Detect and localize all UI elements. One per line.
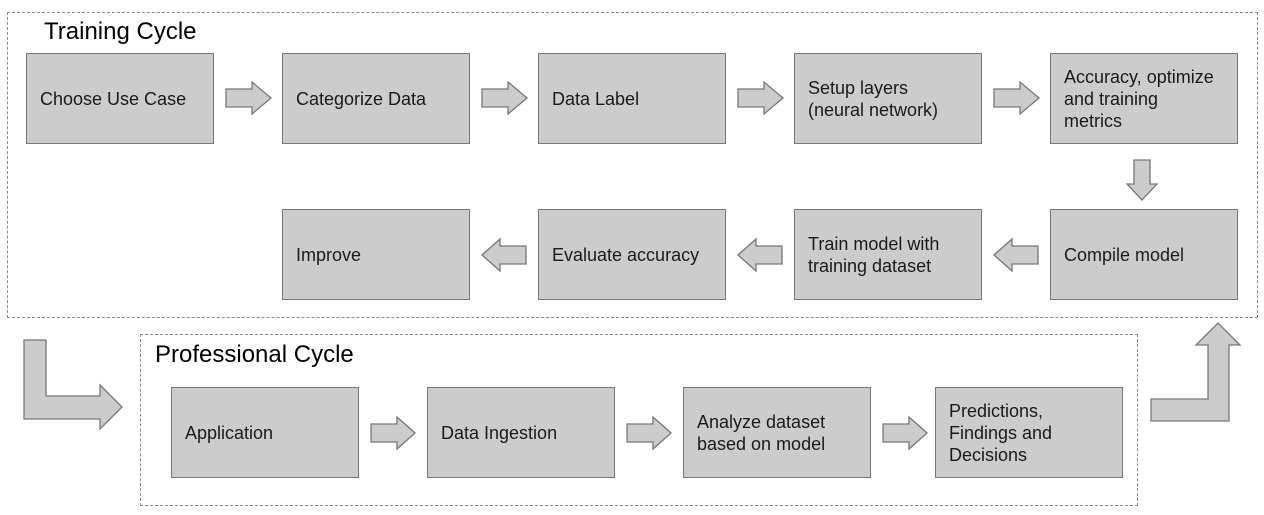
bent-arrow-up-icon bbox=[1150, 322, 1242, 422]
arrow-left-icon bbox=[481, 237, 527, 273]
arrow-right-icon bbox=[993, 80, 1041, 116]
arrow-left-icon bbox=[993, 237, 1039, 273]
arrow-right-icon bbox=[481, 80, 529, 116]
arrow-right-icon bbox=[225, 80, 273, 116]
arrow-right-icon bbox=[882, 415, 928, 451]
arrow-right-icon bbox=[370, 415, 416, 451]
arrow-right-icon bbox=[737, 80, 785, 116]
arrow-down-icon bbox=[1125, 159, 1159, 201]
bent-arrow-right-icon bbox=[23, 339, 123, 431]
arrow-right-icon bbox=[626, 415, 672, 451]
arrows-layer bbox=[23, 80, 1242, 451]
arrow-left-icon bbox=[737, 237, 783, 273]
